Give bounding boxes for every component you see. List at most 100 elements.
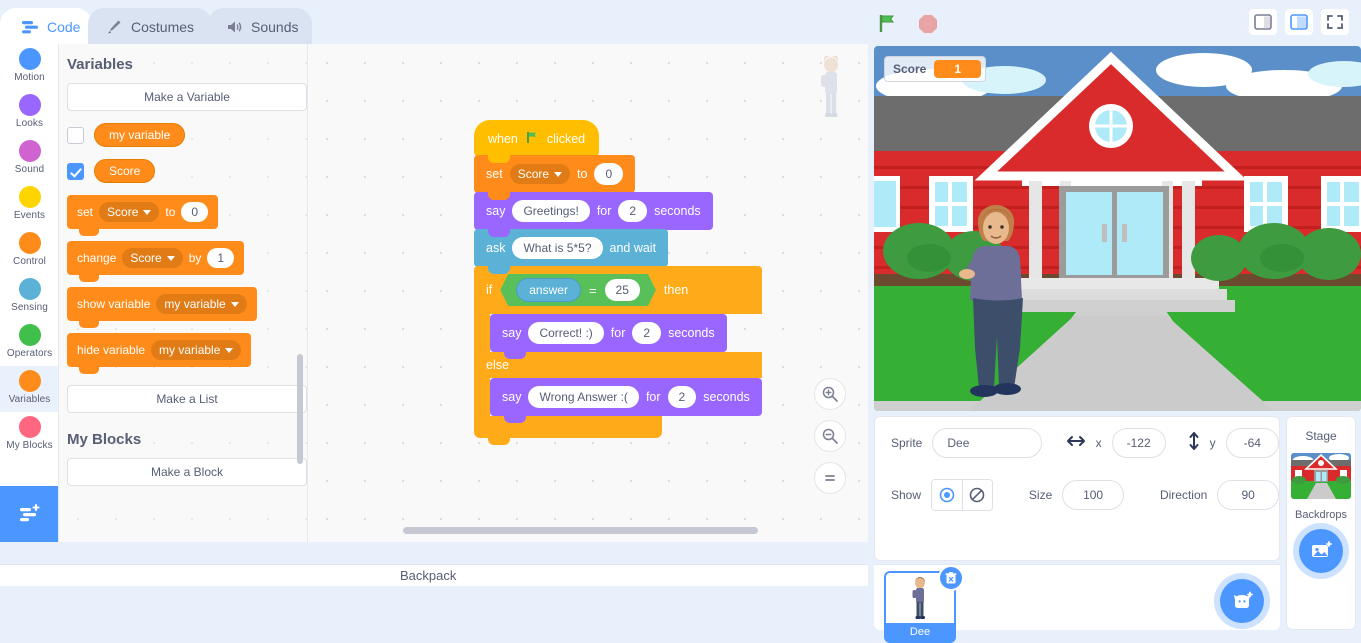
size-input[interactable]: 100 — [1062, 480, 1124, 510]
block-palette[interactable]: Variables Make a Variable my variable Sc… — [59, 44, 308, 542]
sprite-tile-dee[interactable]: Dee — [884, 565, 964, 643]
set-to-label: to — [577, 167, 588, 181]
say-message-input[interactable]: Greetings! — [512, 200, 590, 222]
hide-variable-dropdown[interactable]: my variable — [151, 340, 242, 360]
variable-row-my-variable[interactable]: my variable — [67, 123, 307, 147]
size-label: Size — [1028, 488, 1053, 502]
change-variable-dropdown[interactable]: Score — [122, 248, 183, 268]
my-variable-checkbox[interactable] — [67, 126, 84, 144]
palette-scrollbar[interactable] — [297, 354, 303, 464]
block-if-else[interactable]: if answer = 25 then say Correct! :) for … — [474, 266, 762, 445]
tab-bar: Code Costumes Sounds — [0, 0, 1361, 44]
category-variables[interactable]: Variables — [0, 366, 58, 412]
palette-show-variable-block[interactable]: show variable my variable — [67, 287, 257, 328]
equals-operator-block[interactable]: answer = 25 — [500, 274, 656, 306]
category-sensing[interactable]: Sensing — [0, 274, 58, 320]
tab-costumes[interactable]: Costumes — [88, 8, 212, 44]
category-looks[interactable]: Looks — [0, 90, 58, 136]
x-input[interactable]: -122 — [1111, 428, 1166, 458]
say-seconds-input[interactable]: 2 — [632, 322, 662, 344]
say-message-input[interactable]: Correct! :) — [528, 322, 604, 344]
sprite-name-input[interactable]: Dee — [932, 428, 1042, 458]
when-label: when — [488, 132, 518, 146]
category-motion[interactable]: Motion — [0, 44, 58, 90]
show-toggle[interactable] — [931, 479, 993, 511]
my-variable-pill[interactable]: my variable — [94, 123, 186, 147]
make-a-variable-button[interactable]: Make a Variable — [67, 83, 307, 111]
compare-value-input[interactable]: 25 — [605, 279, 640, 301]
palette-hide-variable-block[interactable]: hide variable my variable — [67, 333, 252, 374]
variable-row-score[interactable]: Score — [67, 159, 307, 183]
show-hidden-button[interactable] — [961, 480, 992, 510]
say-seconds-input[interactable]: 2 — [667, 386, 697, 408]
stage-controls — [875, 10, 941, 36]
chevron-down-icon — [225, 347, 234, 353]
category-sensing-label: Sensing — [11, 302, 48, 313]
sprite-label: Sprite — [891, 436, 923, 450]
set-variable-dropdown[interactable]: Score — [99, 202, 160, 222]
make-a-block-button[interactable]: Make a Block — [67, 458, 307, 486]
say-seconds-input[interactable]: 2 — [618, 200, 648, 222]
category-my-blocks[interactable]: My Blocks — [0, 412, 58, 458]
show-variable-dropdown[interactable]: my variable — [156, 294, 247, 314]
palette-show-variable-row: show variable my variable — [67, 287, 307, 328]
tab-code[interactable]: Code — [0, 8, 92, 44]
score-checkbox[interactable] — [67, 162, 84, 180]
set-variable-dropdown[interactable]: Score — [509, 164, 571, 184]
if-else-footer — [474, 416, 662, 445]
palette-set-variable-block[interactable]: set Score to 0 — [67, 195, 219, 236]
show-visible-button[interactable] — [932, 480, 962, 510]
palette-change-variable-block[interactable]: change Score by 1 — [67, 241, 245, 282]
stage-selector-title: Stage — [1305, 429, 1337, 443]
tab-sounds-label: Sounds — [251, 18, 299, 35]
variable-monitor-score[interactable]: Score 1 — [884, 56, 987, 82]
sprite-list: Dee — [874, 564, 1280, 643]
workspace-horizontal-scrollbar[interactable] — [403, 527, 758, 534]
delete-icon[interactable] — [938, 565, 964, 591]
zoom-reset-button[interactable] — [814, 462, 846, 494]
fullscreen-icon[interactable] — [1321, 9, 1349, 35]
ask-question-input[interactable]: What is 5*5? — [512, 237, 603, 259]
script-stack[interactable]: when clicked set Score to 0 say Greeting — [474, 120, 762, 445]
sprite-info-row-2: Show Size 100 Direction 90 — [875, 469, 1280, 521]
score-pill[interactable]: Score — [94, 159, 156, 183]
category-sound[interactable]: Sound — [0, 136, 58, 182]
for-label: for — [645, 390, 661, 404]
block-say-correct[interactable]: say Correct! :) for 2 seconds — [490, 314, 727, 359]
set-value-input[interactable]: 0 — [594, 163, 624, 185]
zoom-out-button[interactable] — [814, 420, 846, 452]
add-extension-button[interactable] — [0, 486, 58, 542]
if-header[interactable]: if answer = 25 then — [474, 266, 762, 314]
say-message-input[interactable]: Wrong Answer :( — [528, 386, 639, 408]
change-by-label: by — [188, 251, 202, 265]
green-flag-button[interactable] — [875, 10, 901, 36]
make-a-list-button[interactable]: Make a List — [67, 385, 307, 413]
tab-sounds[interactable]: Sounds — [208, 8, 312, 44]
change-value-input[interactable]: 1 — [207, 248, 235, 268]
change-variable-value: Score — [130, 251, 162, 265]
set-value-input[interactable]: 0 — [181, 202, 209, 222]
direction-input[interactable]: 90 — [1217, 480, 1280, 510]
zoom-in-button[interactable] — [814, 378, 846, 410]
category-control[interactable]: Control — [0, 228, 58, 274]
y-input[interactable]: -64 — [1225, 428, 1279, 458]
category-operators[interactable]: Operators — [0, 320, 58, 366]
category-events[interactable]: Events — [0, 182, 58, 228]
backpack-bar[interactable]: Backpack — [0, 564, 868, 586]
else-arm — [474, 378, 490, 416]
block-say-wrong-answer[interactable]: say Wrong Answer :( for 2 seconds — [490, 378, 762, 423]
stop-button[interactable] — [915, 10, 941, 36]
answer-reporter-block[interactable]: answer — [516, 278, 581, 302]
add-backdrop-button[interactable] — [1299, 529, 1343, 573]
stage[interactable]: Score 1 — [874, 46, 1361, 411]
sprite-watermark — [816, 53, 846, 123]
code-workspace[interactable]: when clicked set Score to 0 say Greeting — [308, 44, 868, 542]
code-icon — [21, 18, 39, 36]
large-stage-icon[interactable] — [1285, 9, 1313, 35]
block-when-flag-clicked[interactable]: when clicked — [474, 120, 600, 163]
stage-selector[interactable]: Stage Backdrops — [1286, 416, 1356, 630]
block-say-greetings[interactable]: say Greetings! for 2 seconds — [474, 192, 713, 237]
set-variable-value: Score — [517, 167, 550, 181]
category-operators-label: Operators — [6, 348, 53, 359]
small-stage-icon[interactable] — [1249, 9, 1277, 35]
